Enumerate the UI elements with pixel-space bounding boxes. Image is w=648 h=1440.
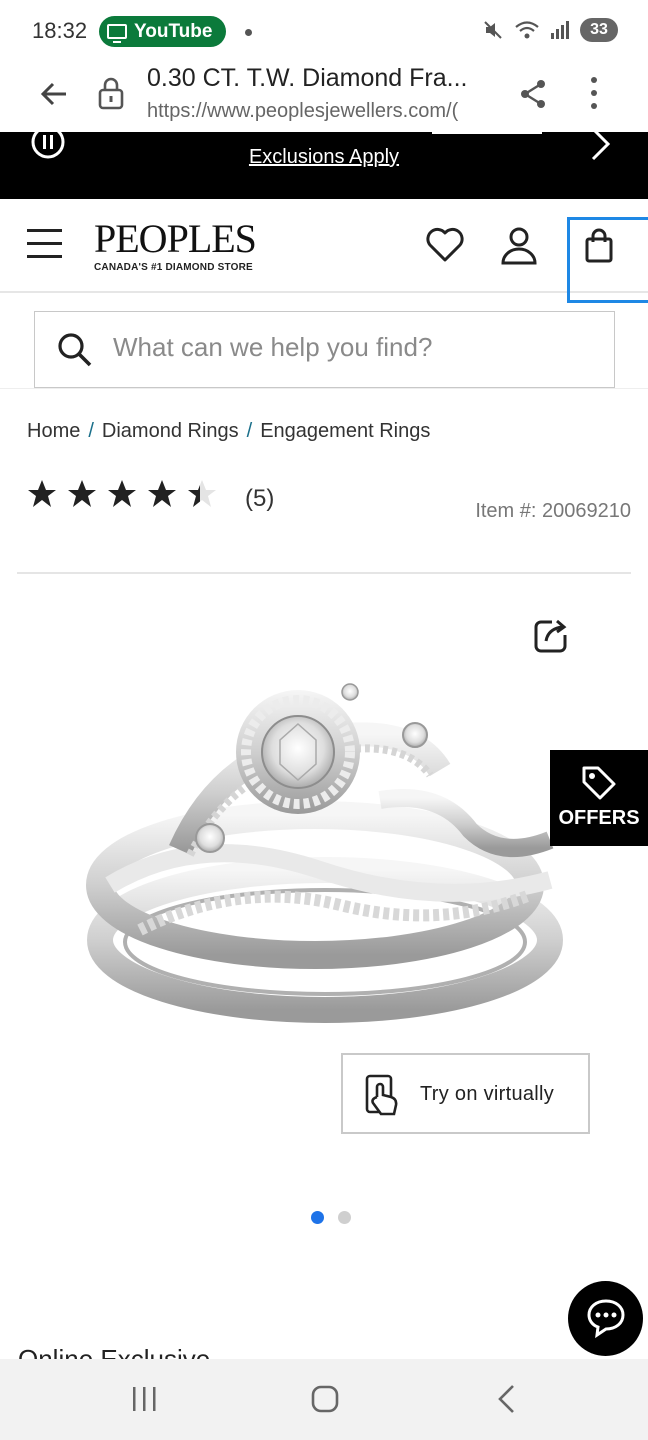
breadcrumb-separator: / (88, 420, 94, 442)
header-divider (0, 388, 648, 389)
try-on-label: Try on virtually (420, 1083, 555, 1105)
tag-icon (582, 766, 616, 800)
mute-icon (484, 21, 502, 39)
browser-url-bar: 0.30 CT. T.W. Diamond Fra... https://www… (0, 62, 648, 132)
status-time: 18:32 (32, 18, 88, 43)
try-on-virtually-button[interactable]: Try on virtually (341, 1053, 590, 1134)
section-divider (17, 572, 631, 574)
shopping-bag-icon[interactable] (583, 228, 615, 264)
share-icon[interactable] (518, 78, 548, 110)
signal-icon (551, 21, 569, 39)
chat-button[interactable] (568, 1281, 643, 1356)
overflow-menu-icon[interactable] (588, 76, 600, 110)
search-box[interactable] (34, 311, 615, 388)
promo-banner: Exclusions Apply (0, 125, 648, 199)
search-icon[interactable] (57, 332, 93, 368)
notification-dot (245, 29, 252, 36)
status-bar: 18:32 YouTube 33 (0, 0, 648, 62)
home-icon[interactable] (310, 1384, 340, 1414)
star-half-icon (188, 480, 216, 507)
product-image[interactable] (80, 680, 570, 1030)
youtube-app-pill[interactable]: YouTube (99, 16, 226, 47)
phone-hand-icon (365, 1074, 398, 1116)
offers-label: OFFERS (558, 807, 640, 829)
screen-icon (107, 24, 127, 43)
status-icons: 33 (482, 18, 618, 42)
back-icon[interactable] (495, 1383, 519, 1415)
peoples-logo[interactable]: PEOPLES (94, 215, 257, 262)
chevron-right-icon[interactable] (588, 126, 614, 162)
star-full-icon (108, 480, 136, 507)
search-input[interactable] (113, 332, 593, 363)
star-rating[interactable] (22, 478, 222, 510)
youtube-pill-label: YouTube (134, 20, 213, 42)
page-title[interactable]: 0.30 CT. T.W. Diamond Fra... (147, 64, 467, 93)
breadcrumb-home[interactable]: Home (27, 420, 80, 442)
chat-bubble-icon (587, 1299, 625, 1339)
logo-tagline: CANADA'S #1 DIAMOND STORE (94, 262, 253, 273)
url-address[interactable]: https://www.peoplesjewellers.com/( (147, 100, 492, 123)
star-full-icon (68, 480, 96, 507)
star-full-icon (28, 480, 56, 507)
system-nav-bar (0, 1359, 648, 1440)
item-number: Item #: 20069210 (475, 500, 631, 522)
site-header: PEOPLES CANADA'S #1 DIAMOND STORE (0, 199, 648, 303)
recent-apps-icon[interactable] (130, 1385, 160, 1415)
promo-underline-fragment (432, 132, 542, 134)
breadcrumb-engagement-rings[interactable]: Engagement Rings (260, 420, 430, 442)
breadcrumb-diamond-rings[interactable]: Diamond Rings (102, 420, 239, 442)
wifi-icon (515, 21, 539, 39)
hamburger-menu-icon[interactable] (27, 227, 63, 261)
breadcrumb-separator: / (246, 420, 253, 442)
lock-icon[interactable] (96, 76, 126, 110)
breadcrumb: Home / Diamond Rings / Engagement Rings (27, 420, 430, 443)
star-full-icon (148, 480, 176, 507)
cart-focus-box[interactable] (567, 217, 648, 303)
battery-icon: 33 (580, 18, 618, 42)
carousel-dot-active[interactable] (311, 1211, 324, 1224)
share-product-icon[interactable] (532, 617, 570, 655)
carousel-dot[interactable] (338, 1211, 351, 1224)
offers-tab[interactable]: OFFERS (550, 750, 648, 846)
exclusions-apply-link[interactable]: Exclusions Apply (0, 146, 648, 169)
account-icon[interactable] (500, 225, 538, 265)
review-count[interactable]: (5) (245, 485, 274, 513)
heart-icon[interactable] (425, 227, 465, 263)
back-arrow-icon[interactable] (38, 78, 70, 110)
